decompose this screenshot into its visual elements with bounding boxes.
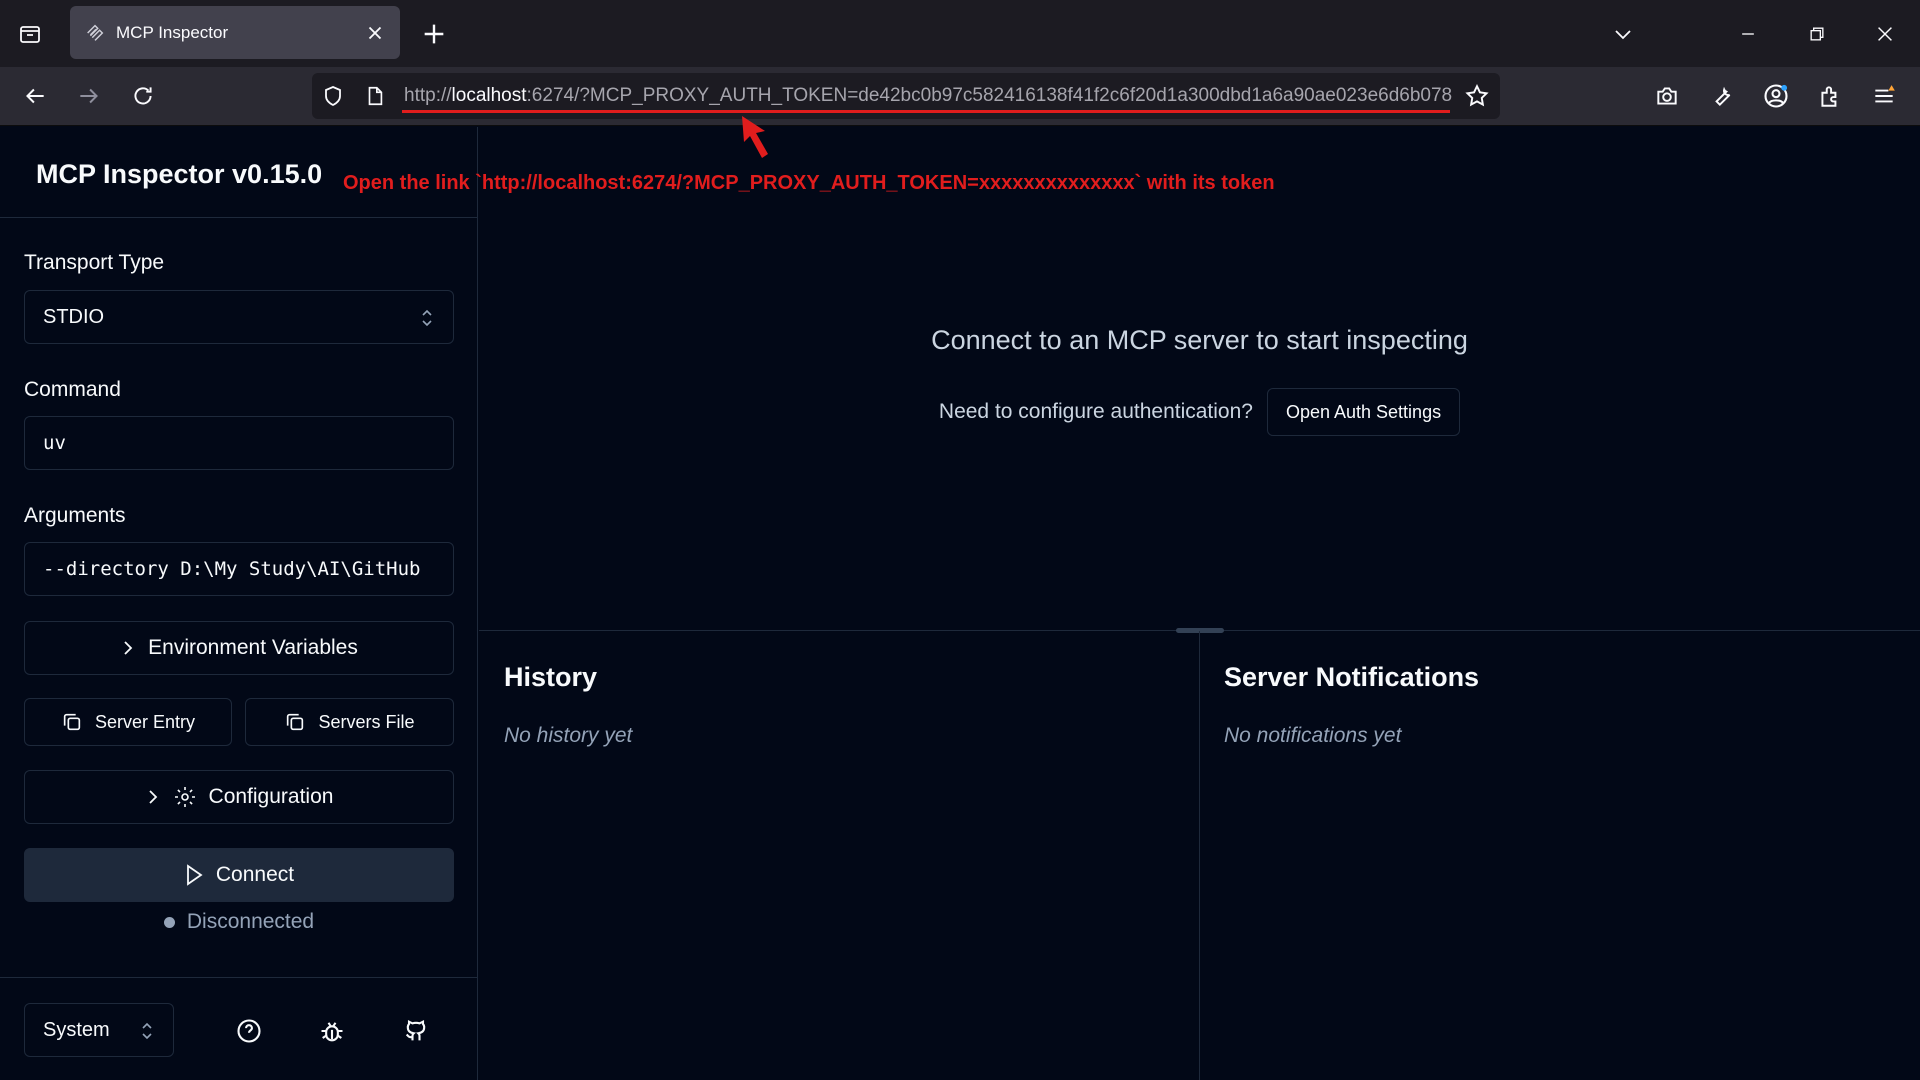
help-icon[interactable] [235,1017,265,1047]
command-input[interactable]: uv [24,416,454,470]
copy-icon [284,711,306,733]
minimize-icon[interactable] [1728,14,1768,54]
play-icon [184,864,204,886]
panel-divider-vertical [1199,631,1200,1080]
mcp-favicon-icon [84,22,106,44]
wrench-icon[interactable] [1703,77,1741,115]
restore-icon[interactable] [1797,14,1837,54]
auth-question: Need to configure authentication? [938,400,1253,423]
bookmark-star-icon[interactable] [1464,83,1490,109]
url-highlight-underline [402,110,1450,113]
command-label: Command [24,378,121,401]
page-info-icon[interactable] [364,84,386,108]
status-dot [163,916,175,928]
auth-row: Need to configure authentication? Open A… [479,388,1920,436]
environment-variables-label: Environment Variables [148,636,358,659]
forward-icon[interactable] [70,77,108,115]
connect-message: Connect to an MCP server to start inspec… [931,325,1468,355]
theme-select[interactable]: System [24,1003,174,1057]
sidebar-footer: System [0,977,478,1080]
servers-file-label: Servers File [318,711,415,732]
configuration-label: Configuration [208,785,334,808]
close-window-icon[interactable] [1865,14,1905,54]
annotation-text: Open the link `http://localhost:6274/?MC… [343,172,1275,194]
tab-list-icon[interactable] [10,16,50,52]
transport-type-select[interactable]: STDIO [24,290,454,344]
status-text: Disconnected [186,910,315,933]
tab-title: MCP Inspector [116,22,229,42]
menu-icon[interactable] [1865,77,1903,115]
back-icon[interactable] [16,77,54,115]
notifications-empty: No notifications yet [1224,724,1402,747]
close-tab-icon[interactable] [364,22,386,44]
environment-variables-button[interactable]: Environment Variables [24,621,454,675]
copy-icon [61,711,83,733]
open-auth-settings-button[interactable]: Open Auth Settings [1266,388,1461,436]
connect-label: Connect [215,863,295,886]
theme-value: System [43,1018,110,1041]
browser-tabbar: MCP Inspector [0,0,1920,67]
chevron-updown-icon [419,307,435,329]
bug-icon[interactable] [318,1017,348,1047]
chevron-right-icon [120,639,136,657]
history-empty: No history yet [504,724,633,747]
gear-icon [173,785,197,809]
connection-status: Disconnected [0,910,478,934]
sidebar: MCP Inspector v0.15.0 Transport Type STD… [0,127,478,1080]
arguments-label: Arguments [24,504,126,527]
server-entry-button[interactable]: Server Entry [24,698,232,746]
browser-navbar: http://localhost:6274/?MCP_PROXY_AUTH_TO… [0,67,1920,126]
server-entry-label: Server Entry [94,711,196,732]
new-tab-icon[interactable] [418,18,450,50]
transport-type-label: Transport Type [24,251,165,274]
github-icon[interactable] [402,1017,432,1047]
resize-handle[interactable] [1176,628,1224,633]
history-title: History [504,662,598,692]
chevron-updown-icon [139,1020,155,1042]
browser-tab-active[interactable]: MCP Inspector [70,6,400,59]
servers-file-button[interactable]: Servers File [245,698,454,746]
reload-icon[interactable] [124,77,162,115]
shield-icon[interactable] [321,84,345,108]
annotation-arrow-icon [742,116,768,158]
chevron-right-icon [145,788,161,806]
extensions-icon[interactable] [1811,77,1849,115]
app-title: MCP Inspector v0.15.0 [36,159,323,189]
notifications-title: Server Notifications [1224,662,1480,692]
screenshot-icon[interactable] [1648,77,1686,115]
arguments-input[interactable]: --directory D:\My Study\AI\GitHub [24,542,454,596]
configuration-button[interactable]: Configuration [24,770,454,824]
connect-button[interactable]: Connect [24,848,454,902]
transport-type-value: STDIO [43,305,105,328]
chevron-down-icon[interactable] [1603,14,1643,54]
url-text[interactable]: http://localhost:6274/?MCP_PROXY_AUTH_TO… [404,85,1452,107]
account-icon[interactable] [1757,77,1795,115]
